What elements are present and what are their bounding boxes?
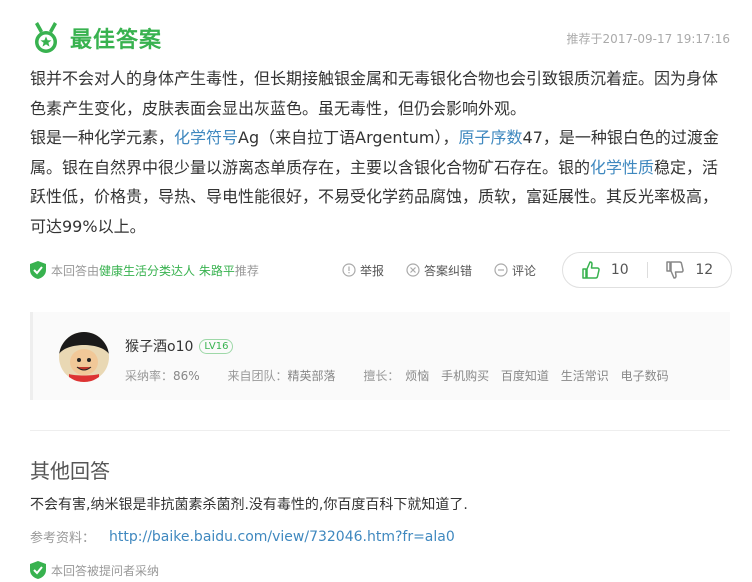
other-answer-text: 不会有害,纳米银是非抗菌素杀菌剂.没有毒性的,你百度百科下就知道了. (30, 497, 468, 513)
answer-meta-row: 本回答由 健康生活分类达人 朱路平 推荐 举报 答案纠错 评论 10 12 (30, 252, 732, 288)
best-answer-body: 银并不会对人的身体产生毒性，但长期接触银金属和无毒银化合物也会引致银质沉着症。因… (30, 64, 730, 241)
link-chemical-symbol[interactable]: 化学符号 (174, 128, 238, 147)
shield-check-icon (30, 261, 46, 279)
answer-paragraph-2: 银是一种化学元素，化学符号Ag（来自拉丁语Argentum），原子序数47，是一… (30, 123, 730, 241)
dislike-button[interactable]: 12 (648, 260, 732, 280)
skill-tag[interactable]: 生活常识 (561, 369, 609, 383)
reference-link[interactable]: http://baike.baidu.com/view/732046.htm?f… (109, 529, 455, 545)
answer-text: Ag（来自拉丁语Argentum）， (238, 128, 459, 147)
correct-label: 答案纠错 (424, 263, 473, 278)
reference-label: 参考资料： (30, 531, 96, 546)
comment-button[interactable]: 评论 (494, 262, 536, 279)
skill-tag[interactable]: 烦恼 (405, 369, 429, 383)
avatar[interactable] (59, 332, 109, 382)
adopt-rate-value: 86% (173, 369, 200, 383)
answer-actions: 举报 答案纠错 评论 (342, 262, 558, 279)
reference-row: 参考资料： http://baike.baidu.com/view/732046… (30, 527, 455, 547)
author-name-row: 猴子酒o10 LV16 (125, 336, 234, 356)
vote-box: 10 12 (562, 252, 732, 288)
link-chemical-properties[interactable]: 化学性质 (590, 158, 654, 177)
recommend-timestamp: 推荐于2017-09-17 19:17:16 (566, 32, 730, 46)
adopt-rate-label: 采纳率： (125, 369, 174, 383)
thumbs-down-icon (666, 261, 685, 279)
author-name-link[interactable]: 猴子酒o10 (125, 336, 193, 356)
correct-answer-button[interactable]: 答案纠错 (406, 262, 472, 279)
adopted-notice: 本回答被提问者采纳 (30, 561, 159, 579)
report-button[interactable]: 举报 (342, 262, 384, 279)
recommended-by-suffix: 推荐 (234, 263, 259, 278)
other-answers-title: 其他回答 (30, 459, 110, 483)
recommended-by-prefix: 本回答由 (51, 263, 100, 278)
skill-tag[interactable]: 手机购买 (441, 369, 489, 383)
comment-label: 评论 (512, 263, 537, 278)
team-link[interactable]: 精英部落 (288, 369, 336, 383)
shield-check-icon (30, 561, 46, 579)
best-answer-header: 最佳答案 (32, 22, 162, 54)
medal-icon (35, 22, 57, 53)
correct-icon (406, 263, 420, 277)
author-card: 猴子酒o10 LV16 采纳率：86% 来自团队：精英部落 擅长： 烦恼 手机购… (30, 312, 730, 400)
adopted-label: 本回答被提问者采纳 (51, 563, 160, 578)
comment-icon (494, 263, 508, 277)
thumbs-up-icon (582, 261, 600, 279)
skills-label: 擅长： (363, 369, 400, 383)
skill-tag[interactable]: 电子数码 (621, 369, 669, 383)
like-button[interactable]: 10 (563, 260, 647, 280)
skill-tag[interactable]: 百度知道 (501, 369, 549, 383)
report-label: 举报 (360, 263, 385, 278)
link-atomic-number[interactable]: 原子序数 (459, 128, 523, 147)
team-label: 来自团队： (227, 369, 288, 383)
answer-paragraph-1: 银并不会对人的身体产生毒性，但长期接触银金属和无毒银化合物也会引致银质沉着症。因… (30, 69, 719, 118)
recommender-link[interactable]: 健康生活分类达人 朱路平 (99, 262, 235, 279)
author-meta: 采纳率：86% 来自团队：精英部落 擅长： 烦恼 手机购买 百度知道 生活常识 … (125, 367, 669, 384)
like-count: 10 (610, 262, 629, 278)
section-divider (30, 430, 730, 431)
answer-text: 银是一种化学元素， (30, 128, 175, 147)
dislike-count: 12 (695, 262, 714, 278)
best-answer-title: 最佳答案 (70, 28, 163, 53)
level-badge: LV16 (199, 338, 234, 354)
report-icon (342, 263, 356, 277)
